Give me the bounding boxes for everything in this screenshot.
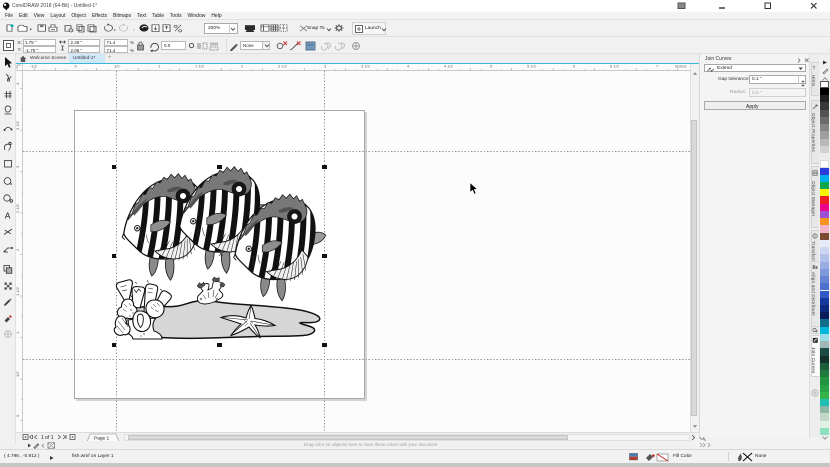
svg-text:3: 3 bbox=[324, 64, 327, 69]
svg-text:1 1/2: 1 1/2 bbox=[195, 64, 205, 69]
svg-text:0: 0 bbox=[16, 414, 20, 417]
svg-text:3 1/2: 3 1/2 bbox=[361, 64, 371, 69]
svg-text:4: 4 bbox=[407, 64, 410, 69]
svg-text:4: 4 bbox=[16, 82, 20, 85]
svg-text:1: 1 bbox=[158, 64, 161, 69]
svg-text:2 1/2: 2 1/2 bbox=[278, 64, 288, 69]
svg-text:6 1/2: 6 1/2 bbox=[610, 64, 620, 69]
svg-text:-1/2: -1/2 bbox=[30, 64, 38, 69]
svg-text:5 1/2: 5 1/2 bbox=[527, 64, 537, 69]
svg-text:1/2: 1/2 bbox=[114, 64, 120, 69]
svg-text:A: A bbox=[5, 211, 11, 221]
svg-text:7: 7 bbox=[656, 64, 659, 69]
svg-text:1: 1 bbox=[16, 331, 20, 334]
svg-text:2: 2 bbox=[16, 248, 20, 251]
svg-text:0: 0 bbox=[75, 64, 78, 69]
svg-text:1/2: 1/2 bbox=[16, 370, 20, 376]
svg-text:inches: inches bbox=[675, 64, 687, 69]
svg-text:6: 6 bbox=[573, 64, 576, 69]
svg-text:5: 5 bbox=[490, 64, 493, 69]
svg-text:4 1/2: 4 1/2 bbox=[444, 64, 454, 69]
svg-text:2: 2 bbox=[241, 64, 244, 69]
svg-text:3: 3 bbox=[16, 165, 20, 168]
svg-text:3 1/2: 3 1/2 bbox=[16, 120, 20, 130]
svg-text:2 1/2: 2 1/2 bbox=[16, 203, 20, 213]
svg-text:1 1/2: 1 1/2 bbox=[16, 286, 20, 296]
